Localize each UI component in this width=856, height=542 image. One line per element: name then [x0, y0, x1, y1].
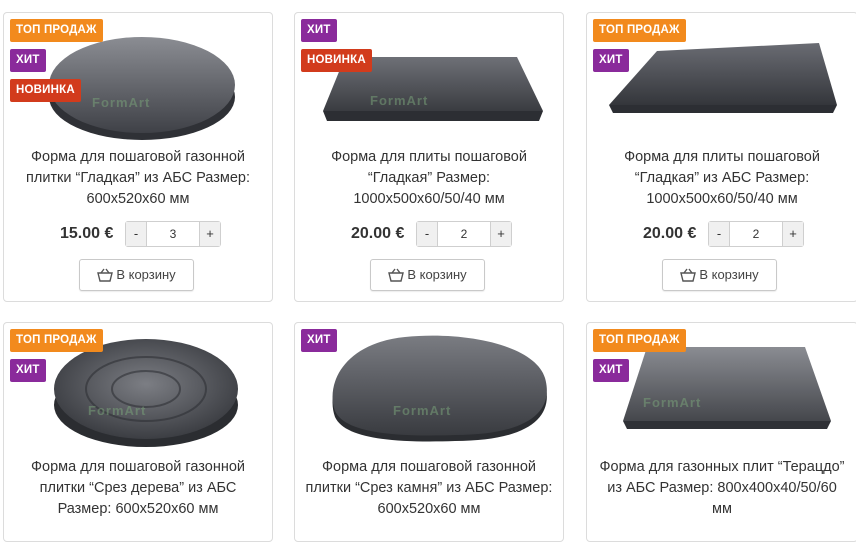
product-card: FormArt ТОП ПРОДАЖ ХИТ НОВИНКА Форма для…: [3, 12, 273, 302]
badge-top-sales: ТОП ПРОДАЖ: [10, 329, 103, 352]
add-to-cart-label: В корзину: [407, 267, 467, 282]
basket-icon: [97, 268, 114, 282]
product-title[interactable]: Форма для газонных плит “Терацдо” из АБС…: [597, 457, 847, 520]
watermark: FormArt: [393, 403, 452, 418]
add-to-cart-button[interactable]: В корзину: [662, 259, 777, 291]
basket-icon: [680, 268, 697, 282]
qty-input[interactable]: 2: [438, 222, 490, 246]
qty-minus-button[interactable]: -: [126, 222, 147, 246]
badge-top-sales: ТОП ПРОДАЖ: [593, 19, 686, 42]
qty-plus-button[interactable]: +: [782, 222, 803, 246]
add-to-cart-label: В корзину: [116, 267, 176, 282]
badge-hit: ХИТ: [593, 359, 629, 382]
qty-input[interactable]: 3: [147, 222, 199, 246]
product-card: FormArt ХИТ НОВИНКА Форма для плиты поша…: [294, 12, 564, 302]
add-to-cart-button[interactable]: В корзину: [79, 259, 194, 291]
product-title[interactable]: Форма для пошаговой газонной плитки “Гла…: [14, 147, 262, 210]
product-card: FormArt ТОП ПРОДАЖ ХИТ Форма для пошагов…: [3, 322, 273, 542]
watermark: FormArt: [88, 403, 147, 418]
add-to-cart-button[interactable]: В корзину: [370, 259, 485, 291]
quantity-stepper: - 2 +: [708, 221, 804, 247]
qty-minus-button[interactable]: -: [709, 222, 730, 246]
basket-icon: [388, 268, 405, 282]
badge-hit: ХИТ: [301, 19, 337, 42]
product-card: FormArt ХИТ Форма для пошаговой газонной…: [294, 322, 564, 542]
qty-minus-button[interactable]: -: [417, 222, 438, 246]
badge-top-sales: ТОП ПРОДАЖ: [10, 19, 103, 42]
quantity-stepper: - 3 +: [125, 221, 221, 247]
product-card: ТОП ПРОДАЖ ХИТ Форма для плиты пошаговой…: [586, 12, 856, 302]
badge-hit: ХИТ: [301, 329, 337, 352]
product-price: 15.00 €: [60, 225, 114, 242]
badge-new: НОВИНКА: [301, 49, 372, 72]
product-card: FormArt ТОП ПРОДАЖ ХИТ Форма для газонны…: [586, 322, 856, 542]
qty-plus-button[interactable]: +: [490, 222, 511, 246]
badge-new: НОВИНКА: [10, 79, 81, 102]
badge-top-sales: ТОП ПРОДАЖ: [593, 329, 686, 352]
product-title[interactable]: Форма для пошаговой газонной плитки “Сре…: [14, 457, 262, 520]
qty-plus-button[interactable]: +: [199, 222, 220, 246]
watermark: FormArt: [370, 93, 429, 108]
badge-hit: ХИТ: [10, 359, 46, 382]
add-to-cart-label: В корзину: [699, 267, 759, 282]
product-title[interactable]: Форма для пошаговой газонной плитки “Сре…: [305, 457, 553, 520]
product-price: 20.00 €: [643, 225, 697, 242]
badge-hit: ХИТ: [10, 49, 46, 72]
product-price: 20.00 €: [351, 225, 405, 242]
watermark: FormArt: [643, 395, 702, 410]
qty-input[interactable]: 2: [730, 222, 782, 246]
product-title[interactable]: Форма для плиты пошаговой “Гладкая” Разм…: [305, 147, 553, 210]
quantity-stepper: - 2 +: [416, 221, 512, 247]
badge-hit: ХИТ: [593, 49, 629, 72]
product-title[interactable]: Форма для плиты пошаговой “Гладкая” из А…: [597, 147, 847, 210]
